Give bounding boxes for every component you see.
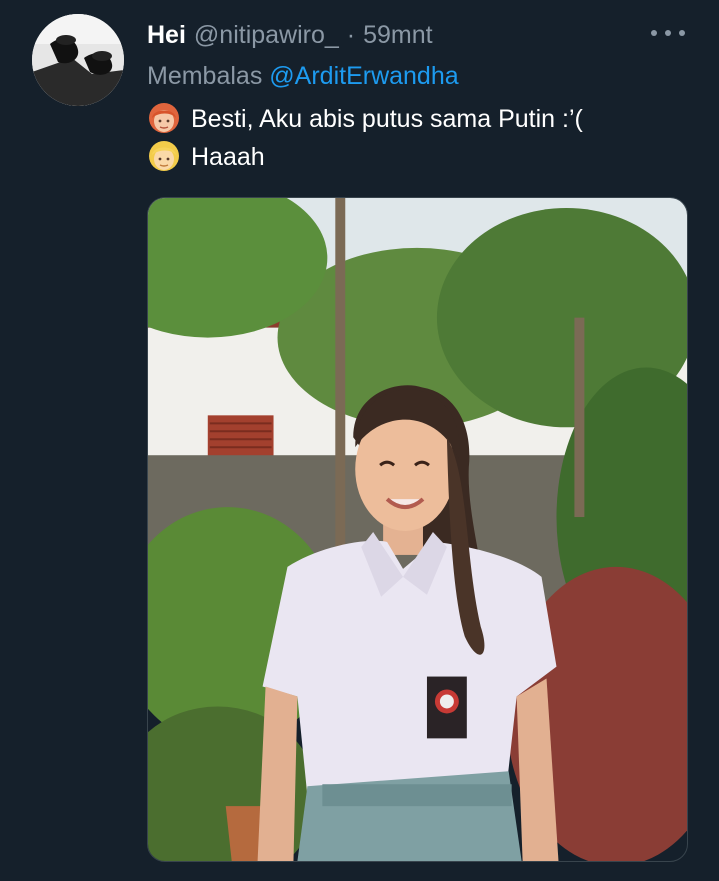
timestamp[interactable]: 59mnt [363,20,432,50]
avatar[interactable] [32,14,124,106]
tweet-photo[interactable] [147,197,688,862]
woman-red-hair-emoji [149,103,179,133]
reply-prefix: Membalas [147,62,263,90]
more-dot [665,30,671,36]
tweet-text: Besti, Aku abis putus sama Putin :’( Haa… [147,100,583,176]
author-handle[interactable]: @nitipawiro_ [194,20,339,50]
separator-dot: · [346,21,356,49]
more-dot [679,30,685,36]
avatar-image [32,14,124,106]
more-dot [651,30,657,36]
tweet-line-text: Haaah [191,143,265,171]
tweet-header: Hei @nitipawiro_ · 59mnt [147,20,433,50]
replying-to: Membalas @ArditErwandha [147,60,459,92]
reply-mention-link[interactable]: @ArditErwandha [269,62,458,90]
tweet-line: Besti, Aku abis putus sama Putin :’( [147,100,583,138]
tweet-line-text: Besti, Aku abis putus sama Putin :’( [191,105,583,133]
author-name[interactable]: Hei [147,20,186,50]
photo-image [148,198,687,861]
blond-person-emoji [149,141,179,171]
tweet-line: Haaah [147,138,583,176]
more-options-icon[interactable] [651,22,685,44]
